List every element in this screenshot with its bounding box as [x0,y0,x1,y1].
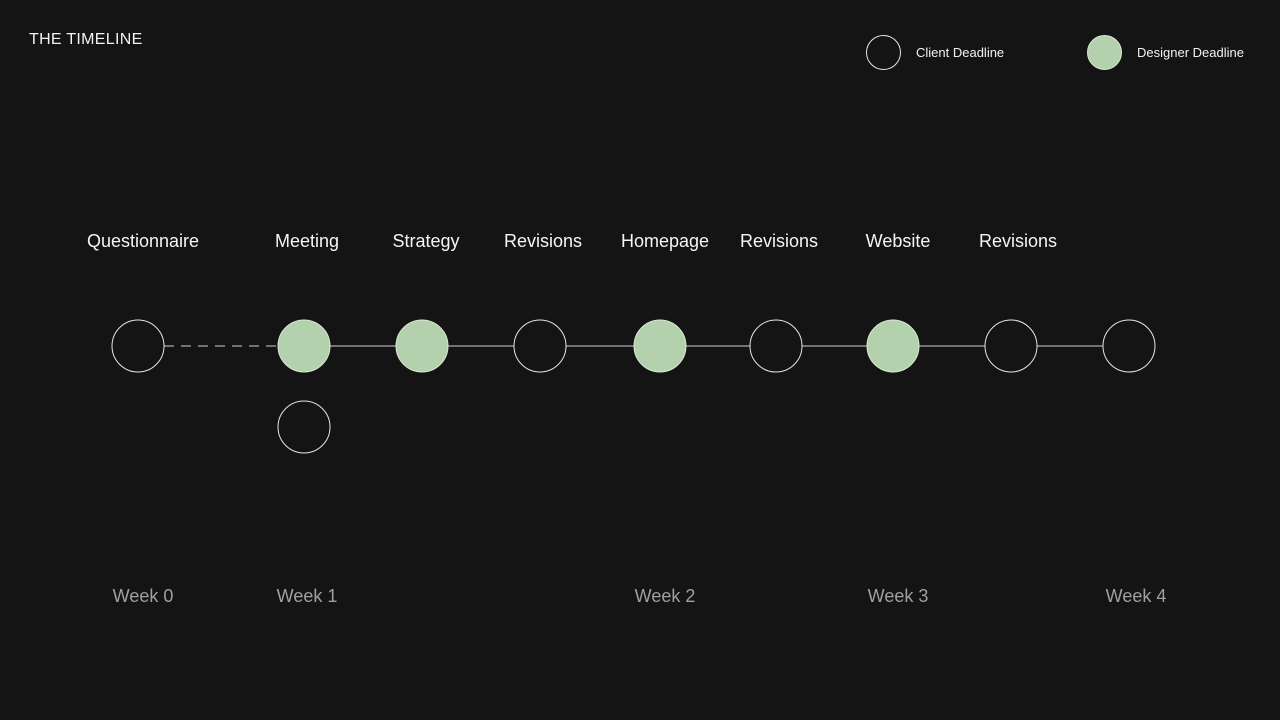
milestone-label: Revisions [739,231,819,251]
designer-deadline-node [633,319,687,373]
week-label: Week 1 [276,586,338,606]
designer-deadline-node [277,319,331,373]
client-deadline-node [1102,319,1156,373]
client-deadline-node [984,319,1038,373]
week-label: Week 0 [112,586,174,606]
week-label: Week 4 [1105,586,1167,606]
milestone-label: Revisions [978,231,1058,251]
client-deadline-node [513,319,567,373]
designer-deadline-node [866,319,920,373]
milestone-label: Strategy [392,231,460,251]
milestone-label: Website [865,231,931,251]
week-label: Week 3 [867,586,929,606]
milestone-label: Questionnaire [86,231,200,251]
client-deadline-node-extra [277,400,331,454]
week-label: Week 2 [634,586,696,606]
milestone-label: Homepage [620,231,710,251]
client-deadline-node [111,319,165,373]
milestone-label: Meeting [274,231,340,251]
timeline-diagram [111,319,1156,454]
milestone-label: Revisions [503,231,583,251]
designer-deadline-node [395,319,449,373]
client-deadline-node [749,319,803,373]
